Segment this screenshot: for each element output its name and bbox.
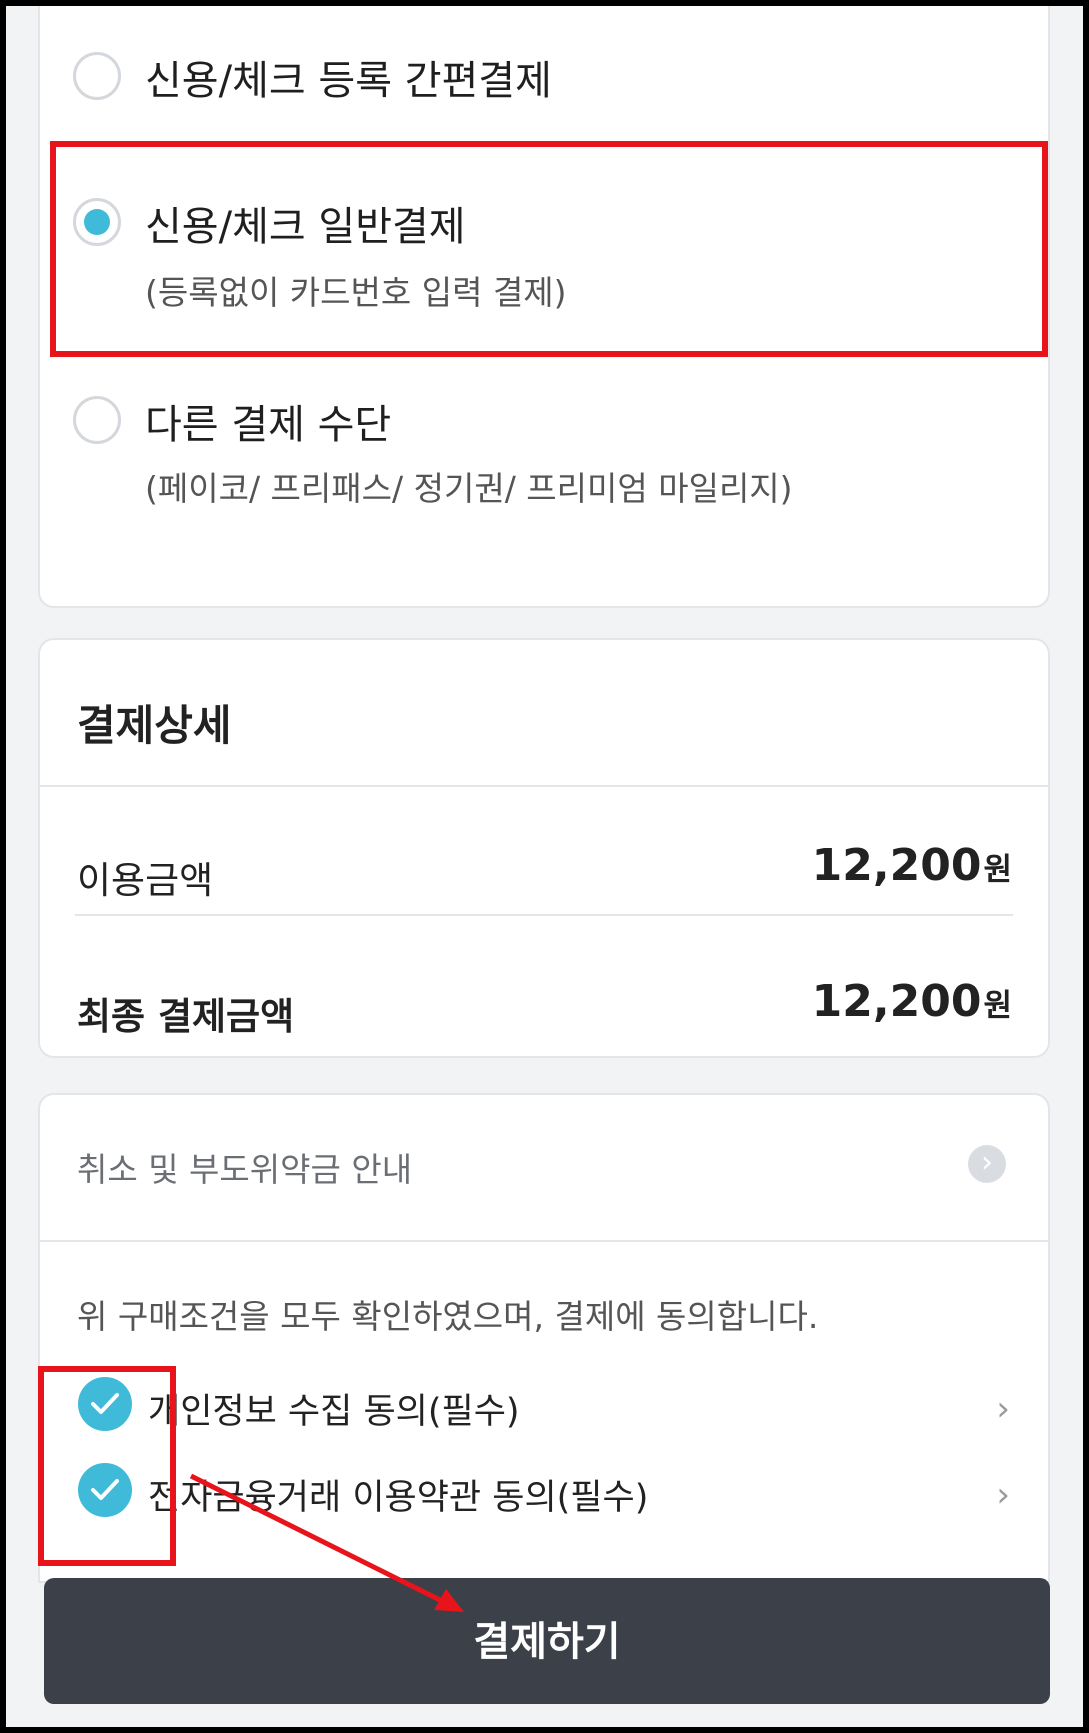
check-privacy[interactable]	[78, 1377, 132, 1431]
payment-screen: 신용/체크 등록 간편결제 신용/체크 일반결제 (등록없이 카드번호 입력 결…	[6, 6, 1083, 1727]
usage-amount-number: 12,200	[811, 840, 982, 891]
detail-divider	[40, 785, 1048, 787]
chevron-right-circle-icon[interactable]: ›	[968, 1145, 1006, 1183]
payment-detail-card: 결제상세 이용금액 12,200원 최종 결제금액 12,200원	[38, 638, 1050, 1058]
final-amount-number: 12,200	[811, 976, 982, 1027]
agree-label-efinance: 전자금융거래 이용약관 동의(필수)	[148, 1478, 649, 1518]
agreement-card: 취소 및 부도위약금 안내 › 위 구매조건을 모두 확인하였으며, 결제에 동…	[38, 1093, 1050, 1583]
check-icon	[91, 1393, 119, 1414]
option-label-registered: 신용/체크 등록 간편결제	[145, 58, 552, 104]
cancellation-notice-label: 취소 및 부도위약금 안내	[77, 1150, 413, 1189]
chevron-right-icon[interactable]: ›	[996, 1475, 1010, 1515]
option-sub-other: (페이코/ 프리패스/ 정기권/ 프리미엄 마일리지)	[145, 469, 793, 508]
check-efinance[interactable]	[78, 1463, 132, 1517]
usage-amount-value: 12,200원	[812, 840, 1012, 891]
usage-amount-unit: 원	[983, 852, 1012, 888]
detail-title: 결제상세	[77, 701, 232, 750]
usage-amount-label: 이용금액	[77, 859, 214, 902]
final-amount-unit: 원	[983, 988, 1012, 1024]
check-icon	[91, 1479, 119, 1500]
row-divider	[75, 914, 1013, 916]
agreement-intro: 위 구매조건을 모두 확인하였으며, 결제에 동의합니다.	[77, 1297, 819, 1336]
payment-method-card: 신용/체크 등록 간편결제 신용/체크 일반결제 (등록없이 카드번호 입력 결…	[38, 6, 1050, 608]
radio-other[interactable]	[73, 396, 121, 444]
final-amount-label: 최종 결제금액	[77, 995, 295, 1038]
option-sub-general: (등록없이 카드번호 입력 결제)	[145, 273, 567, 312]
agree-label-privacy: 개인정보 수집 동의(필수)	[148, 1392, 520, 1432]
chevron-right-icon[interactable]: ›	[996, 1389, 1010, 1429]
radio-general[interactable]	[73, 198, 121, 246]
option-label-general: 신용/체크 일반결제	[145, 204, 466, 250]
final-amount-value: 12,200원	[812, 976, 1012, 1027]
pay-button[interactable]: 결제하기	[44, 1578, 1050, 1704]
radio-registered[interactable]	[73, 52, 121, 100]
agreement-divider	[40, 1240, 1048, 1242]
option-label-other: 다른 결제 수단	[145, 402, 392, 448]
